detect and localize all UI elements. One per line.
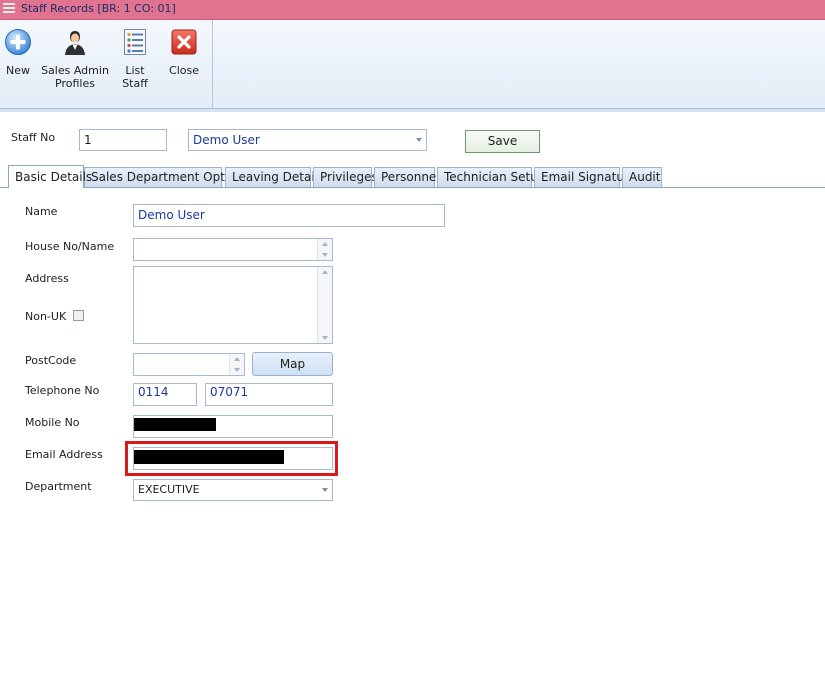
postcode-spinner[interactable]	[229, 354, 244, 375]
telephone-number-input[interactable]: 07071	[205, 383, 333, 406]
tab-technician-setup[interactable]: Technician Setup	[437, 167, 545, 187]
postcode-label: PostCode	[25, 354, 77, 367]
spin-down-icon[interactable]	[318, 250, 332, 261]
close-button[interactable]: Close	[166, 28, 202, 77]
telephone-area-input[interactable]: 0114	[133, 383, 197, 406]
department-dropdown[interactable]: EXECUTIVE	[133, 479, 333, 501]
mobile-input[interactable]	[133, 415, 333, 438]
spin-down-icon[interactable]	[230, 365, 244, 376]
tabs-baseline	[0, 187, 825, 188]
new-button[interactable]: New	[2, 28, 34, 77]
profiles-label: Profiles	[55, 77, 95, 90]
spin-up-icon[interactable]	[230, 354, 244, 365]
scroll-down-icon[interactable]	[318, 329, 332, 343]
spin-up-icon[interactable]	[318, 239, 332, 250]
list-staff-label: List Staff	[122, 64, 148, 90]
house-label: House No/Name	[25, 240, 115, 253]
tab-sales-department-options[interactable]: Sales Department Options	[84, 167, 249, 187]
house-input[interactable]	[133, 238, 333, 261]
email-input[interactable]	[133, 447, 333, 470]
redacted-mobile	[134, 418, 216, 431]
map-button[interactable]: Map	[252, 352, 333, 376]
staff-no-input[interactable]: 1	[79, 129, 167, 151]
save-button[interactable]: Save	[465, 130, 540, 153]
add-icon	[5, 29, 31, 55]
close-label: Close	[169, 64, 199, 77]
new-label: New	[6, 64, 30, 77]
window-title: Staff Records [BR: 1 CO: 01]	[21, 2, 176, 15]
tab-personnel[interactable]: Personnel	[374, 167, 440, 187]
toolbar-separator	[212, 20, 213, 108]
staff-no-label: Staff No	[11, 131, 56, 144]
tab-email-signature[interactable]: Email Signature	[534, 167, 636, 187]
department-label: Department	[25, 480, 92, 493]
user-icon	[65, 31, 85, 55]
chevron-down-icon[interactable]	[318, 480, 332, 500]
chevron-down-icon[interactable]	[412, 130, 426, 150]
list-icon	[124, 29, 146, 55]
sales-admin-label: Sales Admin	[41, 64, 109, 77]
toolbar-bottom-band	[0, 109, 825, 112]
mobile-label: Mobile No	[25, 416, 80, 429]
postcode-input[interactable]	[133, 353, 245, 376]
non-uk-checkbox[interactable]	[73, 310, 84, 321]
redacted-email	[134, 450, 284, 464]
address-scrollbar[interactable]	[317, 267, 332, 343]
name-input[interactable]: Demo User	[133, 204, 445, 227]
telephone-label: Telephone No	[25, 384, 100, 397]
house-spinner[interactable]	[317, 239, 332, 260]
address-textarea[interactable]	[133, 266, 333, 344]
list-staff-button[interactable]: List Staff	[111, 28, 159, 90]
name-label: Name	[25, 205, 58, 218]
department-value: EXECUTIVE	[138, 483, 200, 496]
tab-leaving-details[interactable]: Leaving Details	[225, 167, 324, 187]
address-label: Address	[25, 272, 69, 285]
tab-audit[interactable]: Audit	[622, 167, 662, 187]
menu-icon[interactable]	[3, 3, 15, 15]
sales-admin-profiles-button[interactable]: Sales Admin Profiles	[40, 28, 110, 90]
tab-privileges[interactable]: Privileges	[313, 167, 378, 187]
scroll-up-icon[interactable]	[318, 267, 332, 281]
tab-basic-details[interactable]: Basic Details	[8, 165, 92, 188]
staff-name-value: Demo User	[193, 133, 260, 147]
non-uk-label: Non-UK	[25, 310, 67, 323]
close-icon	[171, 29, 197, 55]
email-label: Email Address	[25, 448, 103, 461]
staff-name-dropdown[interactable]: Demo User	[188, 129, 427, 151]
